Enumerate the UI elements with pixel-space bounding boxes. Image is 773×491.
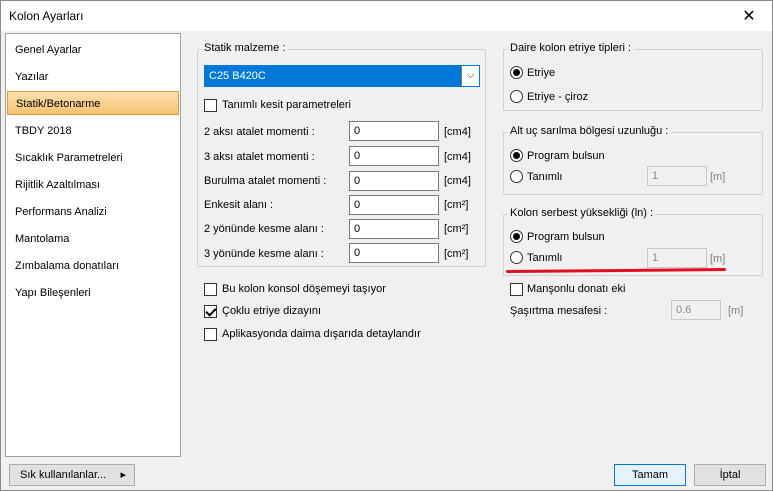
row-unit-2-kesme: [cm²] bbox=[444, 223, 469, 235]
serbest-unit: [m] bbox=[710, 253, 726, 265]
cancel-button[interactable]: İptal bbox=[694, 464, 766, 486]
row-input-2-kesme[interactable]: 0 bbox=[349, 219, 439, 239]
arrow-right-icon: ▸ bbox=[120, 469, 126, 481]
alt-uc-title: Alt uç sarılma bölgesi uzunluğu : bbox=[507, 125, 672, 137]
manson-checkbox[interactable] bbox=[510, 283, 523, 296]
material-select[interactable]: C25 B420C ⌵ bbox=[204, 65, 480, 87]
sidebar-item-performans[interactable]: Performans Analizi bbox=[7, 200, 179, 224]
row-label-enkesit: Enkesit alanı : bbox=[204, 199, 274, 211]
sidebar-item-zimbalama[interactable]: Zımbalama donatıları bbox=[7, 254, 179, 278]
manson-label: Manşonlu donatı eki bbox=[527, 283, 626, 295]
chevron-down-icon[interactable]: ⌵ bbox=[461, 66, 479, 86]
row-unit-3-kesme: [cm²] bbox=[444, 248, 469, 260]
altuc-tanimli-radio[interactable] bbox=[510, 170, 523, 183]
row-label-3-aksi: 3 aksı atalet momenti : bbox=[204, 151, 315, 163]
etriye-label: Etriye bbox=[527, 67, 556, 79]
material-select-value: C25 B420C bbox=[209, 70, 266, 82]
aplikasyon-label: Aplikasyonda daima dışarıda detaylandır bbox=[222, 328, 421, 340]
sidebar-item-sicaklik[interactable]: Sıcaklık Parametreleri bbox=[7, 146, 179, 170]
altuc-tanimli-label: Tanımlı bbox=[527, 171, 563, 183]
sidebar: Genel Ayarlar Yazılar Statik/Betonarme T… bbox=[5, 33, 181, 457]
serbest-tanimli-radio[interactable] bbox=[510, 251, 523, 264]
serbest-yukseklik-group bbox=[503, 214, 763, 276]
statik-malzeme-title: Statik malzeme : bbox=[201, 42, 289, 54]
sidebar-item-genel-ayarlar[interactable]: Genel Ayarlar bbox=[7, 38, 179, 62]
row-unit-2-aksi: [cm4] bbox=[444, 126, 471, 138]
row-unit-enkesit: [cm²] bbox=[444, 199, 469, 211]
altuc-value-input[interactable]: 1 bbox=[647, 166, 707, 186]
altuc-program-radio[interactable] bbox=[510, 149, 523, 162]
row-input-burulma[interactable]: 0 bbox=[349, 171, 439, 191]
row-input-2-aksi[interactable]: 0 bbox=[349, 121, 439, 141]
row-label-3-kesme: 3 yönünde kesme alanı : bbox=[204, 248, 324, 260]
sidebar-item-yazilar[interactable]: Yazılar bbox=[7, 65, 179, 89]
sidebar-item-mantolama[interactable]: Mantolama bbox=[7, 227, 179, 251]
konsol-checkbox[interactable] bbox=[204, 283, 217, 296]
ok-button[interactable]: Tamam bbox=[614, 464, 686, 486]
etriye-radio[interactable] bbox=[510, 66, 523, 79]
sidebar-item-rijitlik[interactable]: Rijitlik Azaltılması bbox=[7, 173, 179, 197]
row-input-enkesit[interactable]: 0 bbox=[349, 195, 439, 215]
dialog-window: Kolon Ayarları ✕ Genel Ayarlar Yazılar S… bbox=[0, 0, 773, 491]
tanimli-kesit-label: Tanımlı kesit parametreleri bbox=[222, 99, 351, 111]
sidebar-item-yapi-bilesenleri[interactable]: Yapı Bileşenleri bbox=[7, 281, 179, 305]
altuc-program-label: Program bulsun bbox=[527, 150, 605, 162]
title-bar: Kolon Ayarları ✕ bbox=[1, 1, 772, 31]
alt-uc-group bbox=[503, 132, 763, 195]
aplikasyon-checkbox[interactable] bbox=[204, 328, 217, 341]
favorites-label: Sık kullanılanlar... bbox=[20, 469, 107, 481]
favorites-button[interactable]: Sık kullanılanlar... ▸ bbox=[9, 464, 135, 486]
serbest-tanimli-label: Tanımlı bbox=[527, 252, 563, 264]
tanimli-kesit-checkbox[interactable] bbox=[204, 99, 217, 112]
window-title: Kolon Ayarları bbox=[9, 9, 84, 23]
row-input-3-aksi[interactable]: 0 bbox=[349, 146, 439, 166]
altuc-unit: [m] bbox=[710, 171, 726, 183]
konsol-label: Bu kolon konsol döşemeyi taşıyor bbox=[222, 283, 386, 295]
sasirtma-label: Şaşırtma mesafesi : bbox=[510, 305, 608, 317]
close-icon[interactable]: ✕ bbox=[726, 1, 772, 31]
row-unit-burulma: [cm4] bbox=[444, 175, 471, 187]
coklu-etriye-label: Çoklu etriye dizayını bbox=[222, 305, 322, 317]
row-unit-3-aksi: [cm4] bbox=[444, 151, 471, 163]
sasirtma-input[interactable]: 0.6 bbox=[671, 300, 721, 320]
row-label-burulma: Burulma atalet momenti : bbox=[204, 175, 327, 187]
sasirtma-unit: [m] bbox=[728, 305, 744, 317]
row-label-2-aksi: 2 aksı atalet momenti : bbox=[204, 126, 315, 138]
serbest-yukseklik-title: Kolon serbest yüksekliği (ln) : bbox=[507, 207, 657, 219]
row-label-2-kesme: 2 yönünde kesme alanı : bbox=[204, 223, 324, 235]
coklu-etriye-checkbox[interactable] bbox=[204, 305, 217, 318]
row-input-3-kesme[interactable]: 0 bbox=[349, 243, 439, 263]
serbest-value-input[interactable]: 1 bbox=[647, 248, 707, 268]
serbest-program-radio[interactable] bbox=[510, 230, 523, 243]
serbest-program-label: Program bulsun bbox=[527, 231, 605, 243]
sidebar-item-statik-betonarme[interactable]: Statik/Betonarme bbox=[7, 91, 179, 115]
etriye-ciroz-label: Etriye - çiroz bbox=[527, 91, 589, 103]
sidebar-item-tbdy-2018[interactable]: TBDY 2018 bbox=[7, 119, 179, 143]
daire-kolon-title: Daire kolon etriye tipleri : bbox=[507, 42, 635, 54]
etriye-ciroz-radio[interactable] bbox=[510, 90, 523, 103]
